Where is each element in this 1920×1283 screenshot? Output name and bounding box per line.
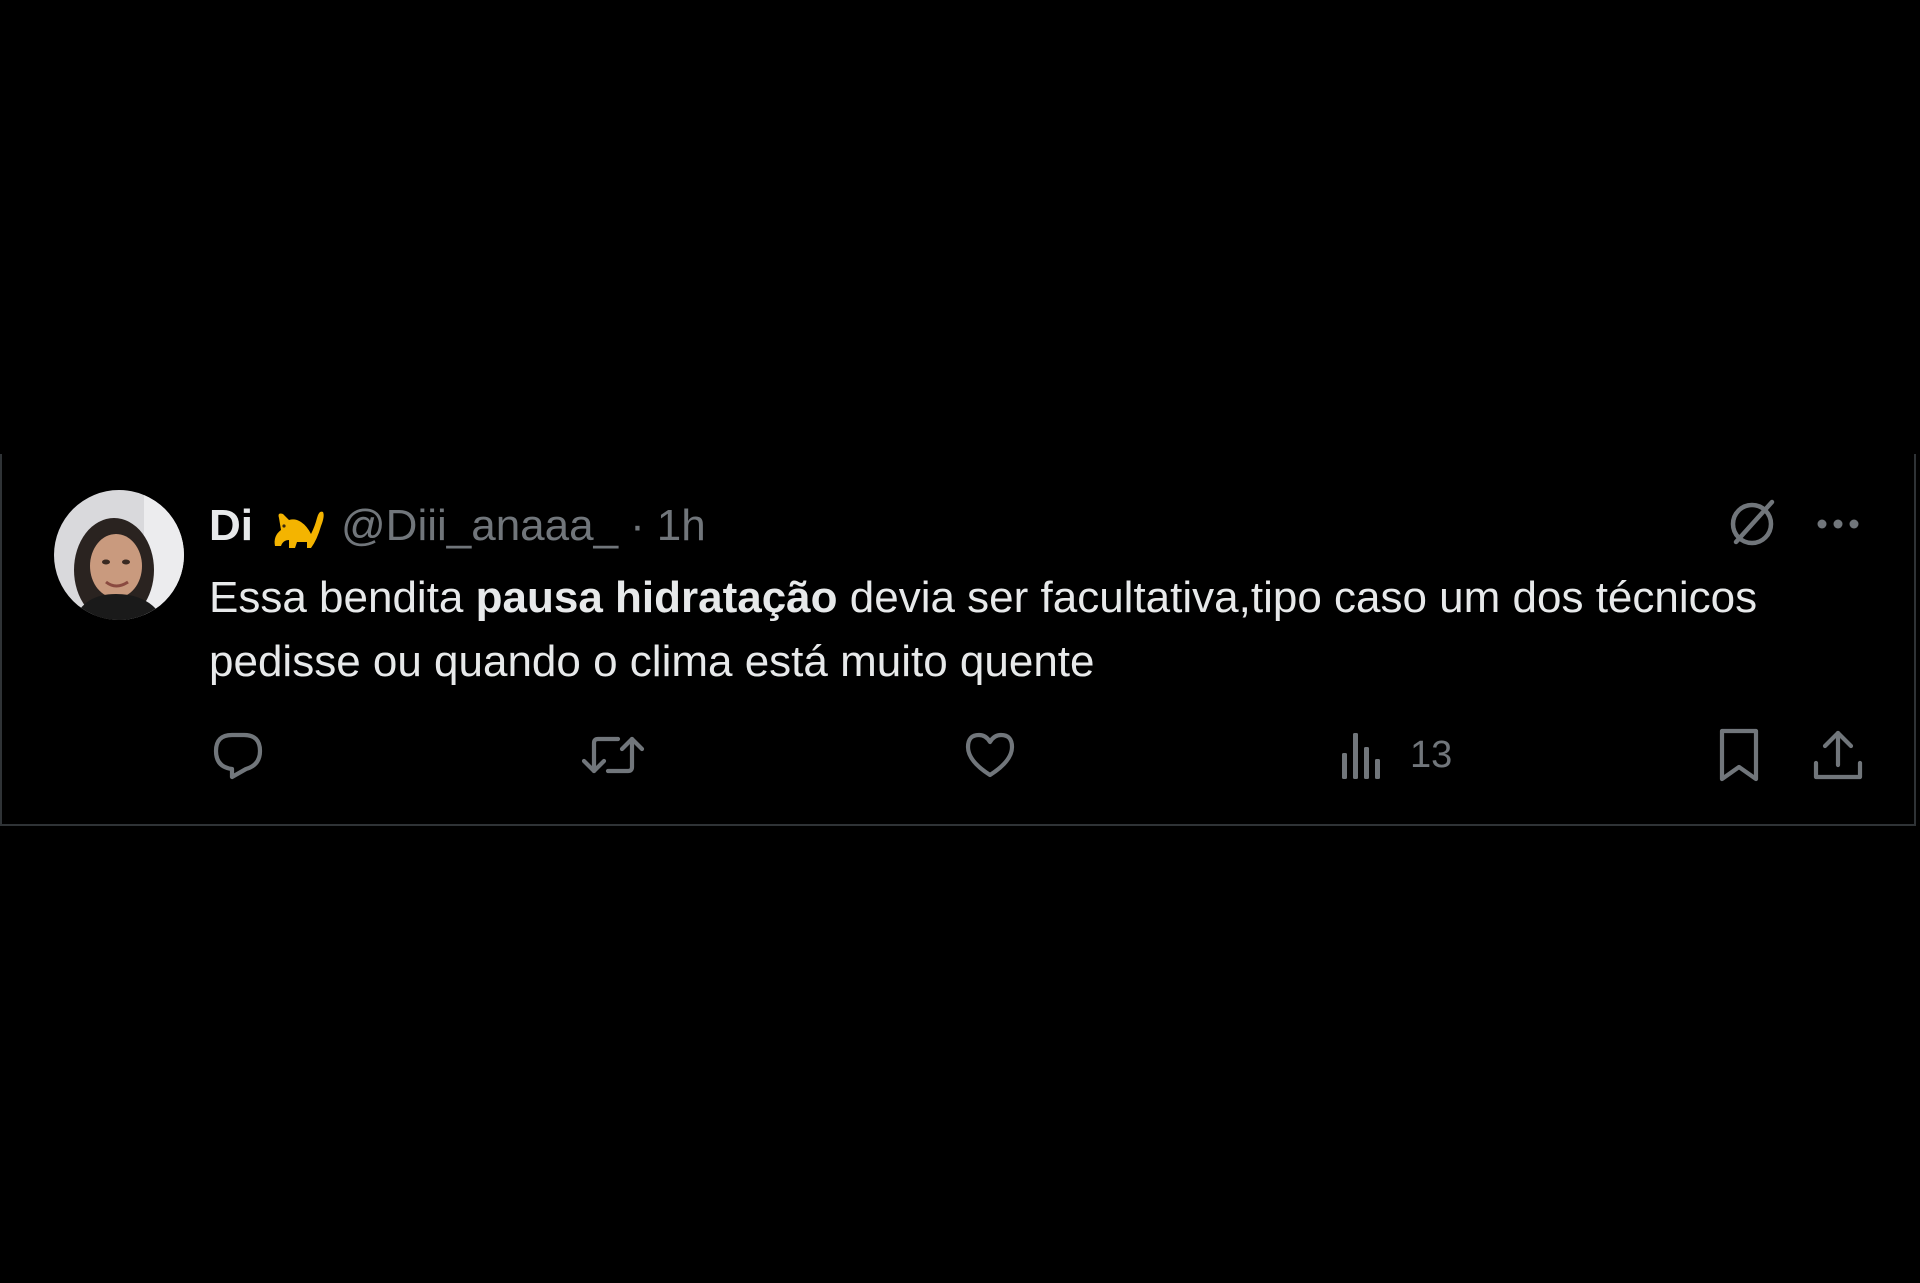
timestamp[interactable]: 1h: [657, 501, 706, 551]
retweet-icon: [581, 736, 645, 774]
views-chart-icon: [1342, 733, 1380, 779]
bookmark-button[interactable]: [1716, 722, 1762, 788]
views-button[interactable]: 13: [1340, 722, 1452, 788]
views-count: 13: [1410, 733, 1453, 776]
bookmark-icon: [1719, 728, 1759, 782]
reply-icon: [213, 732, 263, 780]
cat-emoji-icon: [267, 496, 327, 556]
tweet-header: Di @Diii_anaaa_ · 1h: [209, 494, 706, 558]
separator-dot: ·: [630, 501, 645, 550]
tweet-text-bold: pausa hidratação: [475, 573, 838, 622]
heart-icon: [965, 732, 1015, 778]
share-button[interactable]: [1810, 722, 1866, 788]
share-icon: [1813, 730, 1863, 780]
more-options-icon[interactable]: [1810, 496, 1866, 552]
tweet-text: Essa bendita pausa hidratação devia ser …: [209, 566, 1769, 694]
like-button[interactable]: [962, 722, 1018, 788]
tweet-card[interactable]: Di @Diii_anaaa_ · 1h Essa bendita pausa …: [0, 454, 1916, 826]
avatar[interactable]: [54, 490, 184, 620]
tweet-text-start: Essa bendita: [209, 573, 476, 622]
retweet-button[interactable]: [580, 722, 646, 788]
avatar-image: [54, 490, 184, 620]
user-handle[interactable]: @Diii_anaaa_: [341, 501, 618, 551]
display-name[interactable]: Di: [209, 501, 253, 551]
grok-icon[interactable]: [1722, 492, 1784, 554]
reply-button[interactable]: [210, 722, 266, 788]
